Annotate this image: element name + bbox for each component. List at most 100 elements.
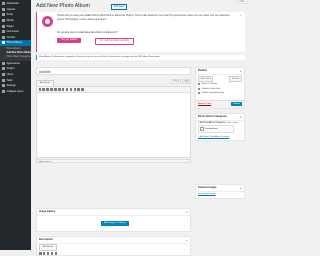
editor-toolbar: [37, 87, 190, 93]
notice-text: Thanks that you have just installed Phot…: [57, 15, 230, 21]
sidebar-item-label: Tools: [6, 78, 13, 82]
media-icon: [2, 19, 5, 23]
page-icon: [2, 24, 5, 28]
sidebar-item-label: Users: [6, 73, 14, 76]
chevron-up-icon[interactable]: ▲: [186, 211, 188, 214]
submenu-item-categories[interactable]: Photo Album Categories: [0, 55, 32, 59]
eye-icon: [198, 87, 201, 90]
visibility-text[interactable]: Visibility: Public Edit: [201, 88, 219, 90]
move-to-trash-link[interactable]: Move to Trash: [198, 103, 211, 105]
publish-box-title: Publish: [196, 68, 244, 75]
tab-most-used[interactable]: Most Used: [228, 122, 238, 124]
camera-icon: [2, 41, 5, 45]
featured-image-title: Featured image: [196, 185, 244, 192]
italic-icon[interactable]: [42, 252, 46, 255]
publish-box: Publish ▲ Save Draft Preview Status: Dra…: [195, 67, 245, 109]
category-item[interactable]: Uncategorized: [200, 127, 218, 131]
wrench-icon: [2, 78, 5, 82]
description-title: Description: [37, 237, 190, 244]
align-right-icon[interactable]: [69, 88, 73, 91]
category-label: Uncategorized: [204, 128, 218, 130]
categories-box: Photo Album Categories ▲ All Photo Album…: [195, 113, 245, 141]
collapse-icon: [2, 89, 5, 93]
chevron-up-icon[interactable]: ▲: [186, 239, 188, 242]
categories-list: Uncategorized: [198, 125, 234, 133]
sidebar-item-label: Pages: [6, 24, 14, 28]
bullet-list-icon[interactable]: [46, 252, 50, 255]
publish-time-text[interactable]: Publish immediately Edit: [201, 92, 224, 94]
sidebar-item-label: Comments: [6, 30, 19, 34]
user-icon: [2, 73, 5, 76]
help-tab[interactable]: Help: [237, 0, 247, 5]
editor-tabs: Visual Text: [170, 79, 191, 84]
set-featured-image-link[interactable]: Set featured image: [198, 193, 216, 195]
description-editor: Add Media: [39, 244, 189, 256]
description-box: Description ▲ Add Media: [36, 236, 191, 256]
sidebar-item-label: Appearance: [6, 61, 21, 65]
main-content: Help Add New Photo Album Add New Thanks …: [31, 0, 250, 256]
align-left-icon[interactable]: [61, 88, 65, 91]
visibility-row: Visibility: Public Edit: [198, 87, 220, 90]
align-center-icon[interactable]: [65, 88, 69, 91]
chevron-up-icon[interactable]: ▲: [240, 187, 242, 190]
image-gallery-box: Image Gallery ▲ Add Images to Gallery: [36, 208, 191, 232]
categories-box-title: Photo Album Categories: [196, 114, 244, 121]
close-icon[interactable]: ×: [240, 14, 243, 17]
categories-tabs: All Photo Album Categories Most Used: [198, 121, 238, 124]
sidebar-item-label: Jetpack: [6, 7, 16, 11]
description-toolbar: [39, 252, 189, 256]
image-gallery-title: Image Gallery: [37, 209, 190, 216]
mail-icon: [2, 35, 5, 39]
plugin-notice: Thanks that you have just installed Phot…: [36, 12, 245, 52]
save-draft-button[interactable]: Save Draft: [198, 76, 214, 82]
bold-icon[interactable]: [39, 252, 42, 255]
chevron-up-icon[interactable]: ▲: [240, 70, 242, 73]
admin-sidebar: Dashboard Jetpack Posts Media Pages Comm…: [0, 0, 31, 250]
pin-icon: [198, 83, 201, 86]
italic-icon[interactable]: [46, 88, 49, 91]
sidebar-item-collapse[interactable]: Collapse menu: [0, 88, 31, 94]
bold-icon[interactable]: [42, 88, 45, 91]
add-images-button[interactable]: Add Images to Gallery: [101, 221, 129, 226]
sidebar-item-label: Plugins: [6, 67, 15, 71]
quote-icon[interactable]: [57, 88, 61, 91]
status-text[interactable]: Status: Draft Edit: [201, 83, 217, 85]
tab-visual[interactable]: Visual: [170, 79, 182, 84]
editor-box[interactable]: [36, 86, 191, 158]
add-category-link[interactable]: + Add New Photo Album Category: [198, 136, 229, 138]
numbered-list-icon[interactable]: [54, 88, 57, 91]
tab-text[interactable]: Text: [181, 79, 191, 84]
sidebar-item-label: Posts: [6, 13, 13, 17]
link-icon[interactable]: [54, 252, 58, 255]
word-count: Word count: 0: [36, 159, 191, 163]
chevron-up-icon[interactable]: ▲: [240, 116, 242, 119]
paragraph-icon[interactable]: [38, 88, 42, 91]
category-checkbox[interactable]: [200, 127, 204, 131]
sidebar-item-label: Photo Albums: [6, 41, 23, 45]
title-input[interactable]: Add title: [36, 67, 191, 75]
jetpack-icon: [2, 7, 5, 11]
sidebar-item-label: Contact: [6, 35, 16, 39]
add-new-button[interactable]: Add New: [111, 3, 127, 10]
preview-button[interactable]: Preview: [229, 76, 242, 82]
link-icon[interactable]: [73, 88, 77, 91]
settings-icon: [2, 84, 5, 88]
start-later-button[interactable]: No, I will start later manually: [95, 38, 134, 45]
more-icon[interactable]: [77, 88, 80, 91]
page-title: Add New Photo Album: [36, 3, 90, 9]
photo-albums-submenu: Photo Albums Add New Photo Album Photo A…: [0, 45, 32, 61]
get-started-button[interactable]: Yes, get started: [57, 38, 81, 43]
tab-all-categories[interactable]: All Photo Album Categories: [198, 121, 228, 124]
status-row: Status: Draft Edit: [198, 83, 217, 86]
comment-icon: [2, 30, 5, 34]
plug-icon: [2, 67, 5, 71]
publish-button[interactable]: Publish: [230, 102, 242, 107]
publish-time-row: Publish immediately Edit: [198, 92, 224, 95]
pin-icon: [2, 13, 5, 17]
numbered-list-icon[interactable]: [50, 252, 54, 255]
dashboard-icon: [2, 2, 5, 6]
brush-icon: [2, 61, 5, 65]
toolbar-toggle-icon[interactable]: [81, 88, 84, 91]
featured-image-box: Featured image ▲ Set featured image: [195, 184, 245, 199]
bullet-list-icon[interactable]: [50, 88, 53, 91]
